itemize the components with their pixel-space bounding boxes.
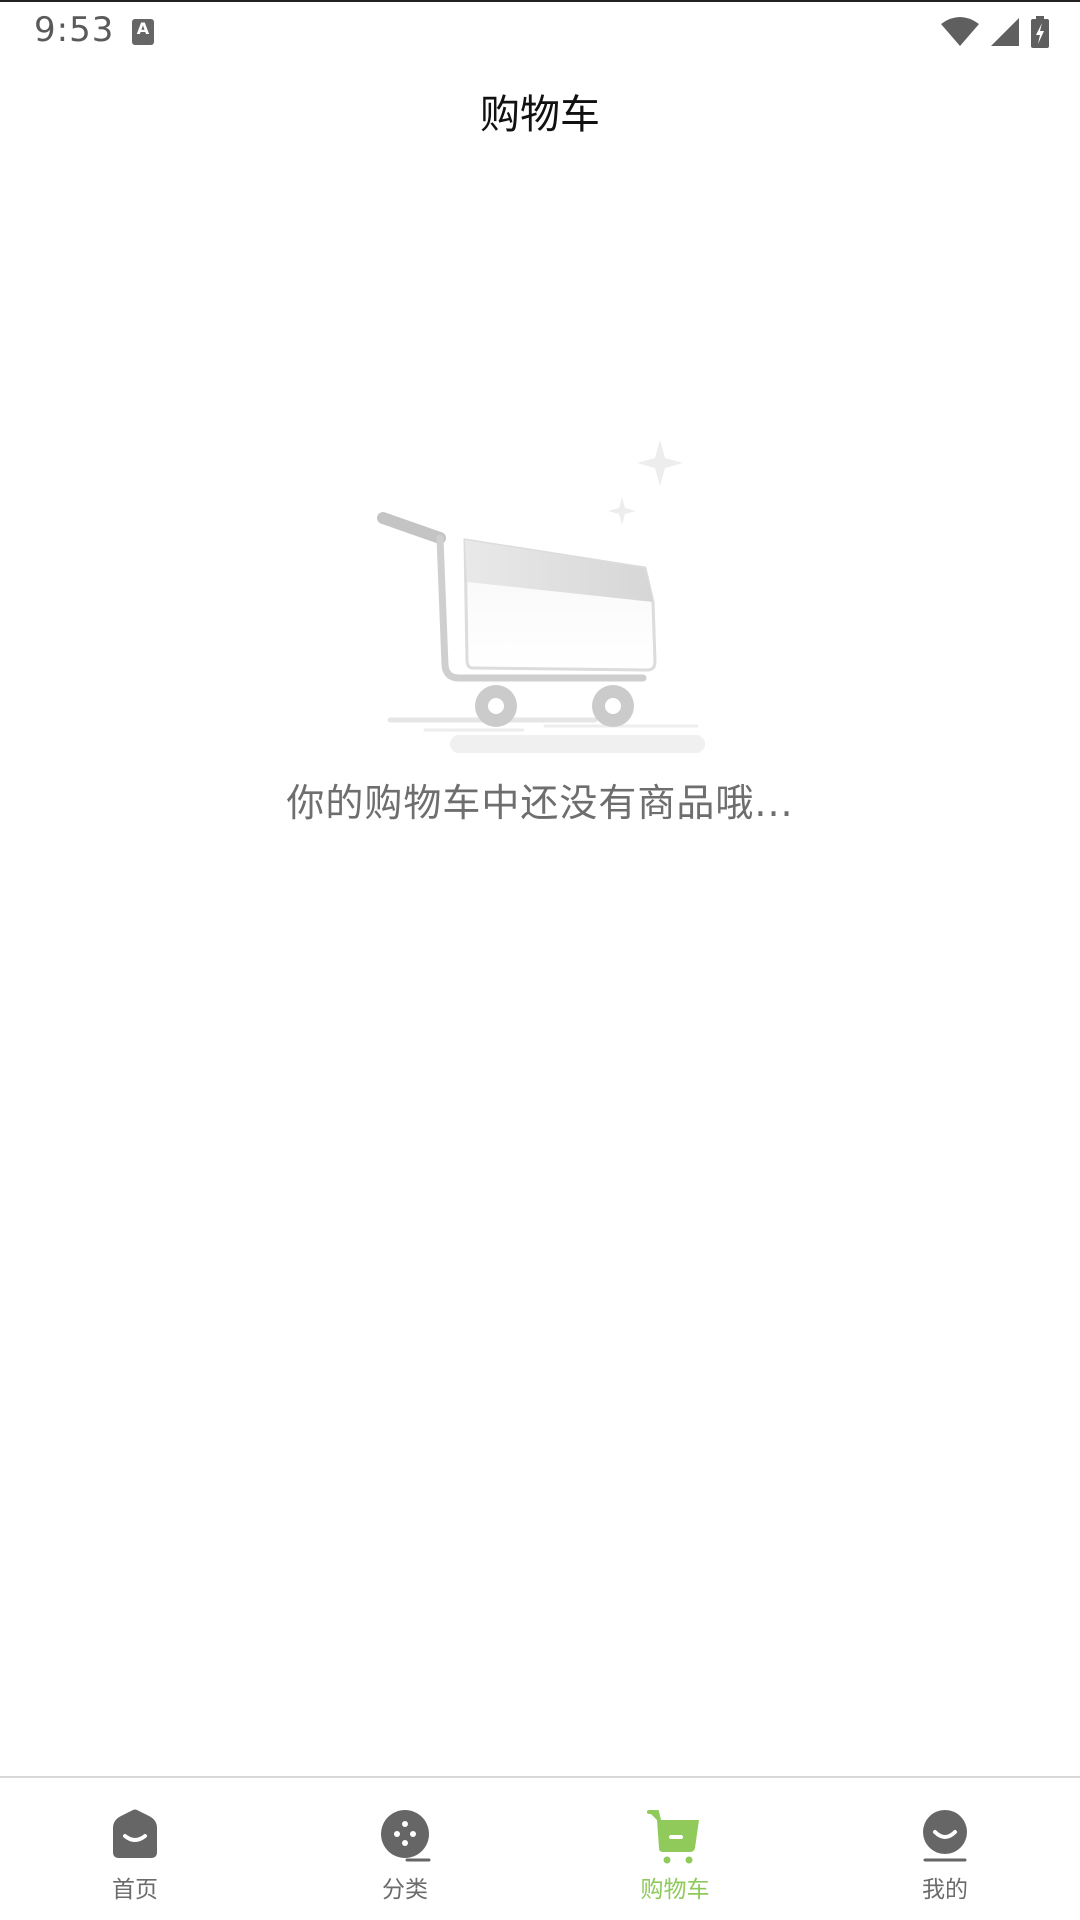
category-icon [381, 1810, 431, 1862]
nav-item-category[interactable]: 分类 [270, 1778, 540, 1920]
nav-item-cart[interactable]: 购物车 [540, 1778, 810, 1920]
cell-signal-icon [991, 18, 1019, 46]
nav-label-profile: 我的 [922, 1877, 968, 1903]
bottom-nav: 首页 分类 购物车 我的 [0, 1776, 1080, 1920]
nav-item-home[interactable]: 首页 [0, 1778, 270, 1920]
a-keyboard-icon: A [132, 19, 154, 45]
empty-cart-message: 你的购物车中还没有商品哦... [286, 781, 794, 825]
battery-charging-icon [1031, 16, 1049, 48]
nav-label-category: 分类 [382, 1877, 428, 1903]
status-icons [940, 16, 1050, 48]
status-time: 9:53 [34, 10, 115, 50]
page-title: 购物车 [480, 92, 600, 138]
status-bar: 9:53 A [0, 0, 1080, 62]
cart-screen: 9:53 A 购物车 你的购物车中还没有商品哦... 首页 分类 购物车 我的 [0, 0, 1080, 1920]
nav-label-home: 首页 [112, 1877, 158, 1903]
nav-label-cart: 购物车 [640, 1877, 710, 1903]
home-icon [113, 1809, 157, 1858]
profile-icon [923, 1810, 967, 1862]
nav-item-profile[interactable]: 我的 [810, 1778, 1080, 1920]
cart-icon [647, 1810, 699, 1864]
empty-cart-icon [377, 440, 705, 753]
wifi-icon [941, 17, 979, 46]
